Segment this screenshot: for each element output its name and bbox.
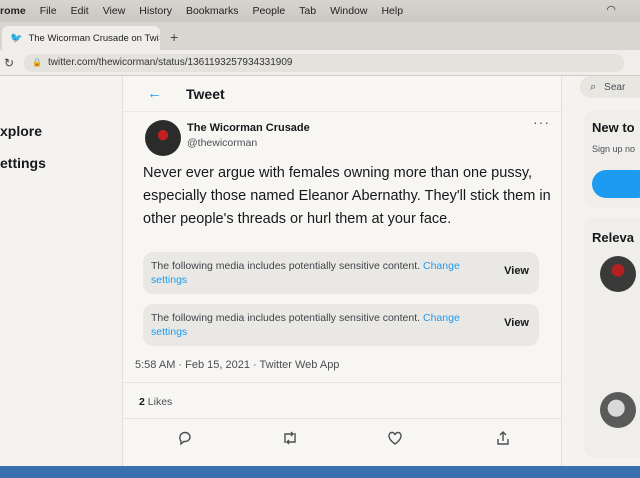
menu-app-name[interactable]: rome: [0, 5, 26, 17]
signup-button[interactable]: [592, 170, 640, 198]
author-name[interactable]: The Wicorman Crusade: [187, 122, 310, 134]
page: xplore ettings ← Tweet The Wicorman Crus…: [0, 76, 640, 478]
share-icon[interactable]: [495, 430, 511, 449]
warning-text-container: The following media includes potentially…: [151, 259, 491, 287]
likes-count[interactable]: 2 Likes: [139, 396, 172, 408]
menu-view[interactable]: View: [103, 5, 126, 17]
card-title: Releva: [592, 230, 634, 245]
menu-history[interactable]: History: [139, 5, 172, 17]
search-icon: ⌕: [590, 80, 597, 93]
reply-icon[interactable]: [177, 430, 193, 449]
dock-strip: [0, 466, 640, 478]
menu-bar: rome File Edit View History Bookmarks Pe…: [0, 0, 640, 22]
warning-text: The following media includes potentially…: [151, 260, 421, 272]
menu-help[interactable]: Help: [381, 5, 403, 17]
warning-text-container: The following media includes potentially…: [151, 311, 491, 339]
tweet-timestamp[interactable]: 5:58 AM · Feb 15, 2021 · Twitter Web App: [135, 359, 339, 371]
divider: [123, 382, 561, 383]
reload-icon[interactable]: ↻: [4, 56, 14, 70]
twitter-bird-icon: 🐦: [10, 32, 23, 44]
address-bar: ↻ 🔒 twitter.com/thewicorman/status/13611…: [0, 50, 640, 76]
sensitive-media-warning: The following media includes potentially…: [143, 252, 539, 294]
likes-label: Likes: [147, 396, 173, 408]
view-media-button[interactable]: View: [504, 317, 529, 329]
tweet-column: ← Tweet The Wicorman Crusade @thewicorma…: [122, 76, 562, 478]
divider: [123, 418, 561, 419]
tweet-actions: [123, 430, 561, 454]
tab-title: The Wicorman Crusade on Twi: [28, 32, 159, 44]
likes-number: 2: [139, 396, 145, 408]
browser-tab[interactable]: 🐦 The Wicorman Crusade on Twi ×: [2, 26, 160, 50]
view-media-button[interactable]: View: [504, 265, 529, 277]
wifi-icon[interactable]: ◠: [606, 3, 616, 16]
url-field[interactable]: 🔒 twitter.com/thewicorman/status/1361193…: [24, 53, 625, 72]
warning-text: The following media includes potentially…: [151, 312, 421, 324]
back-arrow-icon[interactable]: ←: [147, 85, 162, 102]
close-icon[interactable]: ×: [159, 33, 160, 44]
page-title: Tweet: [186, 85, 225, 102]
card-title: New to: [592, 120, 635, 135]
tweet-text: Never ever argue with females owning mor…: [143, 165, 551, 227]
more-options-icon[interactable]: ···: [533, 114, 550, 130]
menu-window[interactable]: Window: [330, 5, 367, 17]
menu-tab[interactable]: Tab: [299, 5, 316, 17]
author-handle[interactable]: @thewicorman: [187, 137, 257, 149]
menu-file[interactable]: File: [40, 5, 57, 17]
relevant-avatar[interactable]: [600, 392, 636, 428]
url-text: twitter.com/thewicorman/status/136119325…: [48, 57, 293, 68]
relevant-avatar[interactable]: [600, 256, 636, 292]
tab-strip: 🐦 The Wicorman Crusade on Twi × +: [0, 22, 640, 50]
left-nav: xplore ettings: [0, 76, 122, 478]
sensitive-media-warning: The following media includes potentially…: [143, 304, 539, 346]
menu-bookmarks[interactable]: Bookmarks: [186, 5, 239, 17]
retweet-icon[interactable]: [281, 430, 299, 449]
nav-item-settings[interactable]: ettings: [0, 155, 46, 171]
author-avatar[interactable]: [145, 120, 181, 156]
search-input[interactable]: ⌕ Sear: [580, 76, 640, 98]
card-subtitle: Sign up no: [592, 144, 636, 154]
like-icon[interactable]: [387, 430, 403, 449]
lock-icon: 🔒: [32, 58, 43, 67]
column-header: ← Tweet: [123, 76, 561, 112]
new-tab-button[interactable]: +: [170, 29, 178, 45]
nav-item-explore[interactable]: xplore: [0, 123, 42, 139]
search-placeholder: Sear: [604, 81, 626, 93]
menu-people[interactable]: People: [252, 5, 285, 17]
new-to-twitter-card: New to Sign up no: [584, 110, 640, 208]
menu-edit[interactable]: Edit: [71, 5, 89, 17]
